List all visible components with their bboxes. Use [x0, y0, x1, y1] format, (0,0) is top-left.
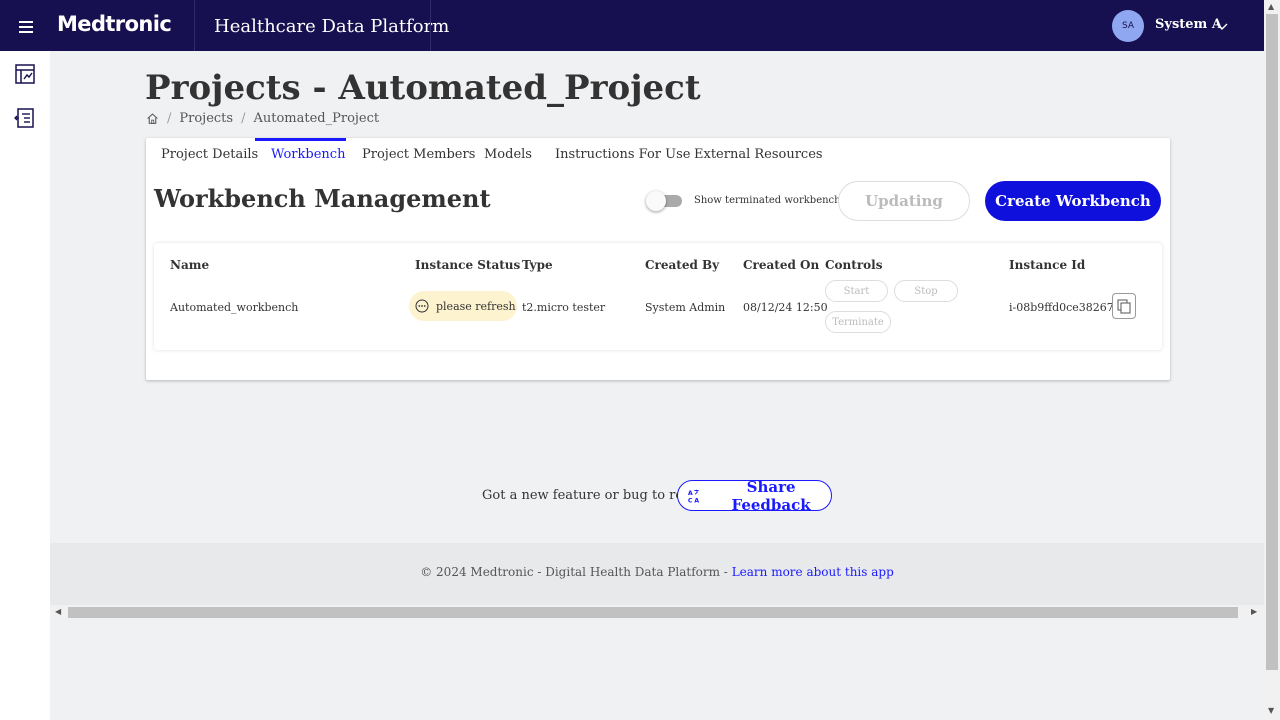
- horizontal-scrollbar-thumb[interactable]: [68, 607, 1238, 618]
- vertical-scrollbar[interactable]: ▲ ▼: [1264, 0, 1280, 720]
- user-name[interactable]: System A: [1155, 17, 1222, 32]
- cell-name: Automated_workbench: [170, 301, 299, 314]
- learn-more-link[interactable]: Learn more about this app: [732, 565, 894, 579]
- share-feedback-label: Share Feedback: [731, 477, 811, 514]
- project-tabs: Project Details Workbench Project Member…: [146, 138, 1170, 172]
- divider: [194, 0, 195, 51]
- cell-instance-id: i-08b9ffd0ce382673b: [1009, 301, 1128, 314]
- copy-instance-id-button[interactable]: [1112, 293, 1136, 319]
- page-title-project: Automated_Project: [338, 68, 701, 108]
- cell-type: t2.micro tester: [522, 301, 606, 314]
- svg-text:C: C: [688, 497, 693, 504]
- hamburger-menu-icon[interactable]: [15, 16, 39, 36]
- chevron-down-icon[interactable]: [1214, 18, 1230, 34]
- share-feedback-button[interactable]: A C A Share Feedback: [677, 477, 832, 514]
- workbench-table: Name Instance Status Type Created By Cre…: [154, 243, 1162, 350]
- scroll-up-arrow-icon[interactable]: ▲: [1268, 2, 1274, 11]
- side-navigation: [0, 51, 50, 720]
- scroll-down-arrow-icon[interactable]: ▼: [1268, 706, 1274, 715]
- breadcrumb-separator: /: [167, 111, 172, 126]
- translate-feedback-icon: A C A: [688, 489, 699, 504]
- stop-button: Stop: [894, 280, 958, 302]
- show-terminated-label: Show terminated workbenches: [694, 195, 852, 206]
- svg-text:A: A: [694, 497, 699, 504]
- tab-project-members[interactable]: Project Members: [362, 147, 475, 162]
- cell-created-on: 08/12/24 12:50: [743, 301, 828, 314]
- home-icon[interactable]: [146, 112, 159, 125]
- footer-copyright: © 2024 Medtronic - Digital Health Data P…: [420, 565, 732, 579]
- column-header-type: Type: [522, 258, 553, 272]
- create-workbench-button[interactable]: Create Workbench: [985, 181, 1161, 221]
- svg-text:A: A: [688, 490, 693, 497]
- scrollbar-thumb[interactable]: [1266, 14, 1278, 670]
- breadcrumb-separator: /: [241, 111, 246, 126]
- tab-external-resources[interactable]: External Resources: [694, 147, 823, 162]
- tab-workbench[interactable]: Workbench: [271, 147, 345, 162]
- dashboard-report-icon[interactable]: [13, 62, 37, 86]
- column-header-instance-status: Instance Status: [415, 258, 521, 272]
- user-avatar[interactable]: SA: [1112, 10, 1144, 42]
- status-badge: please refresh...: [409, 291, 517, 321]
- project-card: Project Details Workbench Project Member…: [146, 138, 1170, 380]
- task-list-icon[interactable]: [13, 106, 37, 130]
- column-header-instance-id: Instance Id: [1009, 258, 1086, 272]
- scroll-left-arrow-icon[interactable]: ◀: [55, 607, 61, 616]
- column-header-controls: Controls: [825, 258, 883, 272]
- status-text: please refresh...: [436, 299, 517, 313]
- start-button: Start: [825, 280, 888, 302]
- column-header-created-on: Created On: [743, 258, 820, 272]
- app-title: Healthcare Data Platform: [214, 16, 450, 37]
- medtronic-logo[interactable]: Medtronic: [57, 12, 172, 36]
- top-app-bar: Medtronic Healthcare Data Platform SA Sy…: [0, 0, 1264, 51]
- copy-icon: [1117, 299, 1131, 314]
- page-title-prefix: Projects -: [145, 68, 339, 108]
- tab-models[interactable]: Models: [484, 147, 532, 162]
- breadcrumb-current: Automated_Project: [253, 111, 380, 126]
- page-title: Projects - Automated_Project: [145, 68, 701, 108]
- footer: © 2024 Medtronic - Digital Health Data P…: [50, 543, 1264, 605]
- terminate-button: Terminate: [825, 311, 891, 333]
- cell-created-by: System Admin: [645, 301, 726, 314]
- updating-button: Updating: [838, 181, 970, 221]
- horizontal-scrollbar[interactable]: ◀ ▶: [50, 605, 1264, 620]
- breadcrumb: / Projects / Automated_Project: [146, 111, 379, 126]
- show-terminated-toggle[interactable]: [646, 191, 682, 211]
- tab-project-details[interactable]: Project Details: [161, 147, 258, 162]
- scroll-right-arrow-icon[interactable]: ▶: [1251, 607, 1257, 616]
- pending-dots-icon: [415, 299, 429, 313]
- column-header-name: Name: [170, 258, 210, 272]
- footer-text: © 2024 Medtronic - Digital Health Data P…: [50, 565, 1264, 579]
- active-tab-indicator: [255, 138, 346, 141]
- breadcrumb-projects[interactable]: Projects: [179, 111, 233, 126]
- tab-instructions-for-use[interactable]: Instructions For Use: [555, 147, 690, 162]
- section-title: Workbench Management: [154, 184, 491, 213]
- column-header-created-by: Created By: [645, 258, 720, 272]
- divider: [430, 0, 431, 51]
